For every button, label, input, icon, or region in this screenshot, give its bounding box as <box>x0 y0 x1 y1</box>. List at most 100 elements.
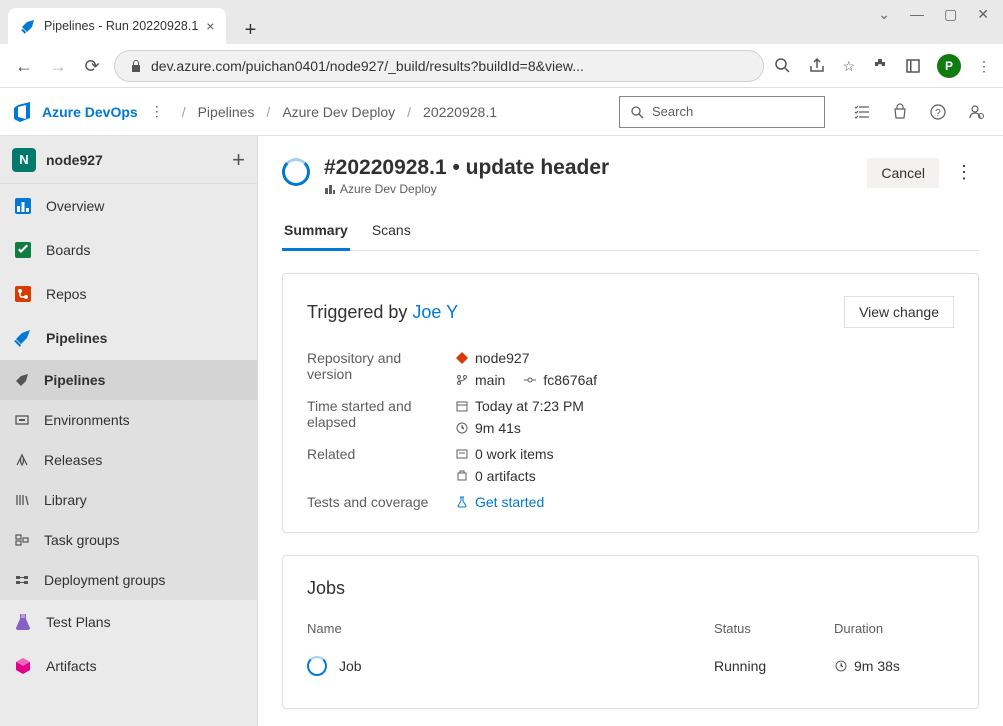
minimize-icon[interactable]: — <box>910 6 924 23</box>
close-window-icon[interactable]: ✕ <box>977 6 989 23</box>
deployment-groups-icon <box>12 569 32 591</box>
sidebar-item-label: Boards <box>46 242 90 258</box>
work-items-count: 0 work items <box>475 446 554 462</box>
repos-icon <box>12 283 34 305</box>
browser-toolbar: ← → ⟳ dev.azure.com/puichan0401/node927/… <box>0 44 1003 88</box>
azure-devops-logo[interactable]: Azure DevOps <box>12 101 138 123</box>
repo-name: node927 <box>475 350 530 366</box>
star-icon[interactable]: ☆ <box>842 58 855 75</box>
profile-avatar[interactable]: P <box>937 54 961 78</box>
get-started-link[interactable]: Get started <box>475 494 544 510</box>
forward-button: → <box>46 56 70 77</box>
subnav-deployment-groups[interactable]: Deployment groups <box>0 560 257 600</box>
elapsed-time: 9m 41s <box>475 420 521 436</box>
main-content: #20220928.1 • update header Azure Dev De… <box>258 136 1003 726</box>
overview-icon <box>12 195 34 217</box>
commit-icon <box>523 373 537 387</box>
breadcrumb-item[interactable]: 20220928.1 <box>423 104 497 120</box>
job-duration-value: 9m 38s <box>854 658 900 674</box>
jobs-table-header: Name Status Duration <box>307 617 954 646</box>
run-title: #20220928.1 • update header <box>324 156 609 180</box>
col-status: Status <box>714 621 834 636</box>
triggered-user-link[interactable]: Joe Y <box>412 302 458 322</box>
tab-scans[interactable]: Scans <box>370 216 413 250</box>
address-bar[interactable]: dev.azure.com/puichan0401/node927/_build… <box>114 50 764 82</box>
sidebar-item-boards[interactable]: Boards <box>0 228 257 272</box>
browser-tab[interactable]: Pipelines - Run 20220928.1 × <box>8 8 226 44</box>
clock-icon <box>834 659 848 673</box>
marketplace-icon[interactable] <box>891 103 909 121</box>
subnav-task-groups[interactable]: Task groups <box>0 520 257 560</box>
sidebar-item-test-plans[interactable]: Test Plans <box>0 600 257 644</box>
search-icon <box>630 105 644 119</box>
workitem-icon <box>455 447 469 461</box>
subnav-releases[interactable]: Releases <box>0 440 257 480</box>
zoom-icon[interactable] <box>774 57 792 75</box>
sidebar-item-label: Releases <box>44 452 102 468</box>
maximize-icon[interactable]: ▢ <box>944 6 957 23</box>
commit-link[interactable]: fc8676af <box>543 372 597 388</box>
sidebar-item-label: Pipelines <box>44 372 105 388</box>
sidebar-item-label: Deployment groups <box>44 572 165 588</box>
repo-link[interactable]: node927 <box>455 350 954 366</box>
more-vertical-icon[interactable]: ⋮ <box>150 103 164 120</box>
close-icon[interactable]: × <box>206 18 214 34</box>
reload-button[interactable]: ⟳ <box>80 56 104 77</box>
rocket-icon <box>12 369 32 391</box>
sidebar-item-artifacts[interactable]: Artifacts <box>0 644 257 688</box>
help-icon[interactable]: ? <box>929 103 947 121</box>
triggered-prefix: Triggered by <box>307 302 412 322</box>
sidebar-item-repos[interactable]: Repos <box>0 272 257 316</box>
calendar-icon <box>455 399 469 413</box>
sidebar-item-label: Repos <box>46 286 86 302</box>
breadcrumb-item[interactable]: Pipelines <box>198 104 255 120</box>
summary-card: Triggered by Joe Y View change Repositor… <box>282 273 979 533</box>
view-change-button[interactable]: View change <box>844 296 954 328</box>
flask-icon <box>455 495 469 509</box>
cancel-button[interactable]: Cancel <box>867 158 939 188</box>
col-name: Name <box>307 621 714 636</box>
task-groups-icon <box>12 529 32 551</box>
azure-pipelines-icon <box>20 18 36 34</box>
job-row[interactable]: Job Running 9m 38s <box>307 646 954 686</box>
artifacts-count-icon <box>455 469 469 483</box>
spinner-icon <box>307 656 327 676</box>
more-actions-button[interactable]: ⋮ <box>949 156 979 189</box>
sidebar-item-pipelines[interactable]: Pipelines <box>0 316 257 360</box>
sidebar-item-label: Task groups <box>44 532 119 548</box>
product-name: Azure DevOps <box>42 104 138 120</box>
start-time: Today at 7:23 PM <box>475 398 584 414</box>
branch-link[interactable]: main <box>475 372 505 388</box>
tab-summary[interactable]: Summary <box>282 216 350 251</box>
subnav-environments[interactable]: Environments <box>0 400 257 440</box>
lock-icon <box>129 59 143 73</box>
jobs-card: Jobs Name Status Duration Job Running 9m… <box>282 555 979 709</box>
browser-tab-title: Pipelines - Run 20220928.1 <box>44 19 198 33</box>
reading-list-icon[interactable] <box>905 58 921 74</box>
search-placeholder: Search <box>652 104 693 119</box>
task-list-icon[interactable] <box>853 103 871 121</box>
sidebar-item-label: Overview <box>46 198 104 214</box>
breadcrumb-item[interactable]: Azure Dev Deploy <box>282 104 395 120</box>
label-started: Time started and elapsed <box>307 398 437 436</box>
user-settings-icon[interactable] <box>967 103 985 121</box>
new-tab-button[interactable]: + <box>236 16 264 44</box>
run-tabs: Summary Scans <box>282 216 979 251</box>
share-icon[interactable] <box>808 57 826 75</box>
project-badge: N <box>12 148 36 172</box>
releases-icon <box>12 449 32 471</box>
plus-icon[interactable]: + <box>232 147 245 173</box>
triggered-by: Triggered by Joe Y <box>307 302 458 323</box>
clock-icon <box>455 421 469 435</box>
project-selector[interactable]: N node927 + <box>0 136 257 184</box>
run-pipeline-link[interactable]: Azure Dev Deploy <box>324 182 609 196</box>
browser-menu-icon[interactable]: ⋮ <box>977 58 991 75</box>
extensions-icon[interactable] <box>871 57 889 75</box>
subnav-library[interactable]: Library <box>0 480 257 520</box>
subnav-pipelines[interactable]: Pipelines <box>0 360 257 400</box>
chevron-down-icon[interactable]: ⌄ <box>878 6 890 23</box>
back-button[interactable]: ← <box>12 56 36 77</box>
search-input[interactable]: Search <box>619 96 825 128</box>
sidebar-item-overview[interactable]: Overview <box>0 184 257 228</box>
job-status: Running <box>714 658 834 674</box>
